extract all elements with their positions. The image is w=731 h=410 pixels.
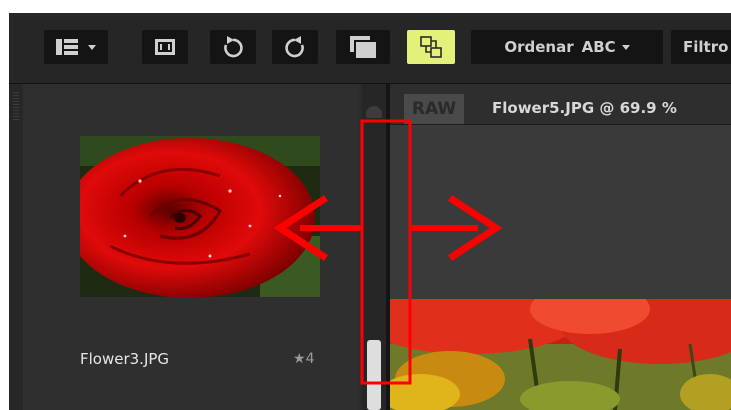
filter-label: Filtro [683, 38, 729, 56]
fullscreen-button[interactable] [142, 30, 188, 64]
compare-windows-icon [350, 36, 376, 58]
viewer-header: RAW Flower5.JPG @ 69.9 % [390, 84, 731, 125]
sort-label: Ordenar [504, 38, 574, 56]
browser-scrollbar[interactable] [362, 84, 386, 410]
sort-dropdown[interactable]: Ordenar ABC [471, 30, 663, 64]
sync-button[interactable] [407, 30, 455, 64]
screenshot-frame: Ordenar ABC Filtro Flower3.JPG ★4 RAW Fl… [0, 0, 731, 410]
image-viewer-panel: RAW Flower5.JPG @ 69.9 % [390, 84, 731, 410]
preview-image[interactable] [390, 299, 731, 410]
thumbnail-filename: Flower3.JPG [80, 350, 170, 368]
rotate-right-button[interactable] [272, 30, 318, 64]
fullscreen-icon [155, 39, 175, 55]
sync-icon [419, 35, 443, 59]
rating-value: 4 [305, 351, 315, 367]
rotate-left-icon [223, 36, 243, 58]
thumbnail-image[interactable] [80, 136, 320, 297]
star-icon: ★ [293, 351, 306, 367]
scroll-up-button[interactable] [366, 106, 382, 118]
chevron-down-icon [88, 44, 96, 50]
viewer-title: Flower5.JPG @ 69.9 % [492, 99, 677, 117]
scroll-thumb[interactable] [367, 340, 381, 410]
rotate-left-button[interactable] [210, 30, 256, 64]
rotate-right-icon [285, 36, 305, 58]
app-window: Ordenar ABC Filtro Flower3.JPG ★4 RAW Fl… [9, 13, 731, 410]
compare-windows-button[interactable] [336, 30, 390, 64]
view-layout-icon [56, 39, 78, 55]
raw-badge[interactable]: RAW [404, 94, 464, 124]
resize-grip-icon[interactable] [13, 90, 19, 120]
panel-edge [9, 84, 23, 410]
thumbnail-rating: ★4 [293, 351, 314, 367]
sort-value: ABC [581, 38, 616, 56]
view-layout-button[interactable] [44, 30, 108, 64]
filter-button[interactable]: Filtro [671, 30, 731, 64]
chevron-down-icon [621, 44, 630, 50]
toolbar: Ordenar ABC Filtro [9, 13, 731, 84]
image-browser-panel: Flower3.JPG ★4 [9, 84, 359, 410]
